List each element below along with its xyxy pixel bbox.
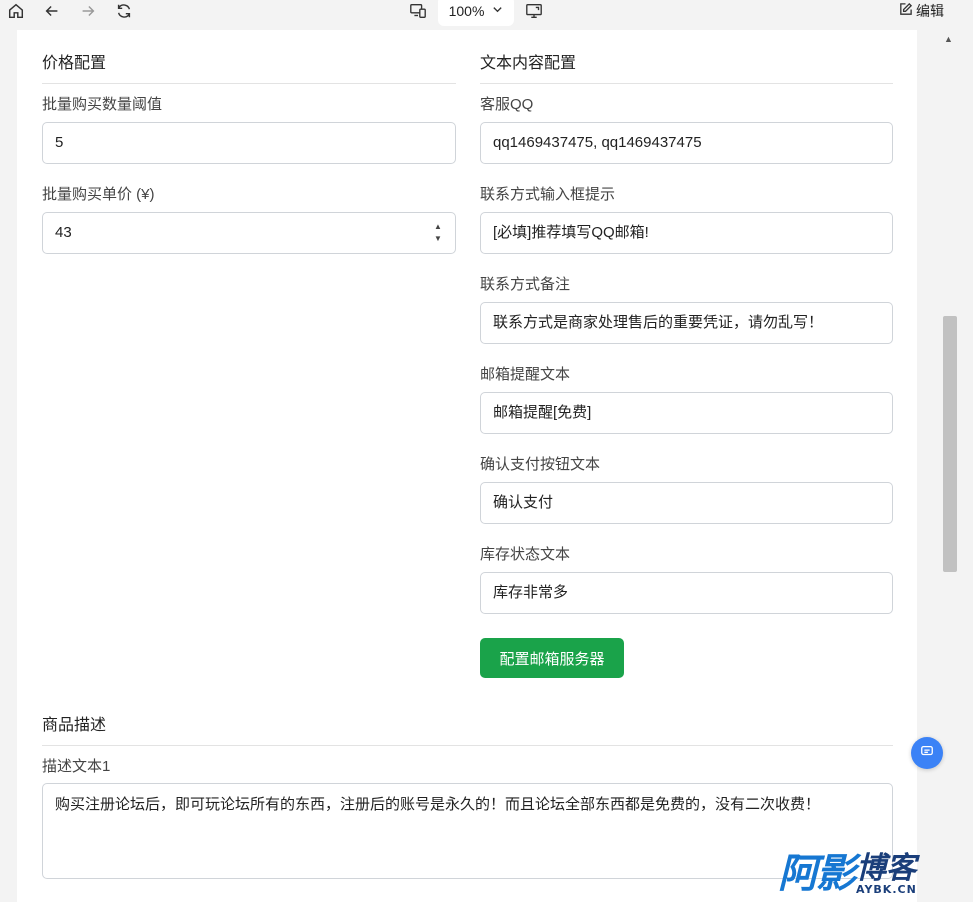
device-view-icon[interactable] [407,0,429,22]
bulk-price-input[interactable]: 43 ▲ ▼ [42,212,456,254]
home-icon[interactable] [5,0,27,22]
contact-hint-label: 联系方式输入框提示 [480,186,616,203]
bulk-threshold-input[interactable]: 5 [42,122,456,164]
description-textarea[interactable]: 购买注册论坛后，即可玩论坛所有的东西，注册后的账号是永久的！而且论坛全部东西都是… [42,783,893,879]
edit-label: 编辑 [916,3,944,19]
confirm-pay-label: 确认支付按钮文本 [480,456,601,473]
contact-hint-input[interactable]: [必填]推荐填写QQ邮箱! [480,212,893,254]
section-title-text: 文本内容配置 [480,42,893,84]
scrollbar-thumb[interactable] [943,316,957,572]
product-description-section: 商品描述 [42,717,893,746]
edit-button[interactable]: 编辑 [898,0,944,22]
bulk-price-label: 批量购买单价 (¥) [42,186,155,203]
email-reminder-input[interactable]: 邮箱提醒[免费] [480,392,893,434]
watermark-main-text: 阿影 [778,851,856,897]
section-title-price: 价格配置 [42,42,456,84]
zoom-value: 100% [448,3,485,19]
configure-mail-server-button[interactable]: 配置邮箱服务器 [480,638,624,678]
qq-label: 客服QQ [480,96,534,113]
back-arrow-icon[interactable] [41,0,63,22]
forward-arrow-icon[interactable] [77,0,99,22]
browser-toolbar: 100% 编辑 [0,0,973,30]
zoom-dropdown[interactable]: 100% [438,0,514,26]
text-config-section: 文本内容配置 [480,55,893,84]
price-config-section: 价格配置 [42,55,456,84]
section-title-description: 商品描述 [42,704,893,746]
bulk-price-value: 43 [55,224,72,241]
contact-note-label: 联系方式备注 [480,276,571,293]
screen-cast-icon[interactable] [523,0,545,22]
scroll-up-arrow-icon[interactable]: ▲ [944,34,953,44]
bulk-threshold-label: 批量购买数量阈值 [42,96,163,113]
watermark-side: 博客 AYBK.CN [856,852,917,896]
stock-status-label: 库存状态文本 [480,546,571,563]
confirm-pay-input[interactable]: 确认支付 [480,482,893,524]
description-text-label: 描述文本1 [42,758,111,775]
stepper-down-icon[interactable]: ▼ [434,235,442,243]
watermark-logo: 阿影 博客 AYBK.CN [778,852,973,902]
email-reminder-label: 邮箱提醒文本 [480,366,571,383]
stepper-up-icon[interactable]: ▲ [434,223,442,231]
stock-status-input[interactable]: 库存非常多 [480,572,893,614]
refresh-icon[interactable] [113,0,135,22]
watermark-en-text: AYBK.CN [856,883,917,896]
chat-icon [920,744,934,763]
qq-input[interactable]: qq1469437475, qq1469437475 [480,122,893,164]
chevron-down-icon [492,4,503,18]
edit-icon [898,2,913,20]
number-stepper[interactable]: ▲ ▼ [433,223,443,243]
chat-button[interactable] [911,737,943,769]
contact-note-input[interactable]: 联系方式是商家处理售后的重要凭证，请勿乱写！ [480,302,893,344]
watermark-cn-text: 博客 [856,851,916,886]
